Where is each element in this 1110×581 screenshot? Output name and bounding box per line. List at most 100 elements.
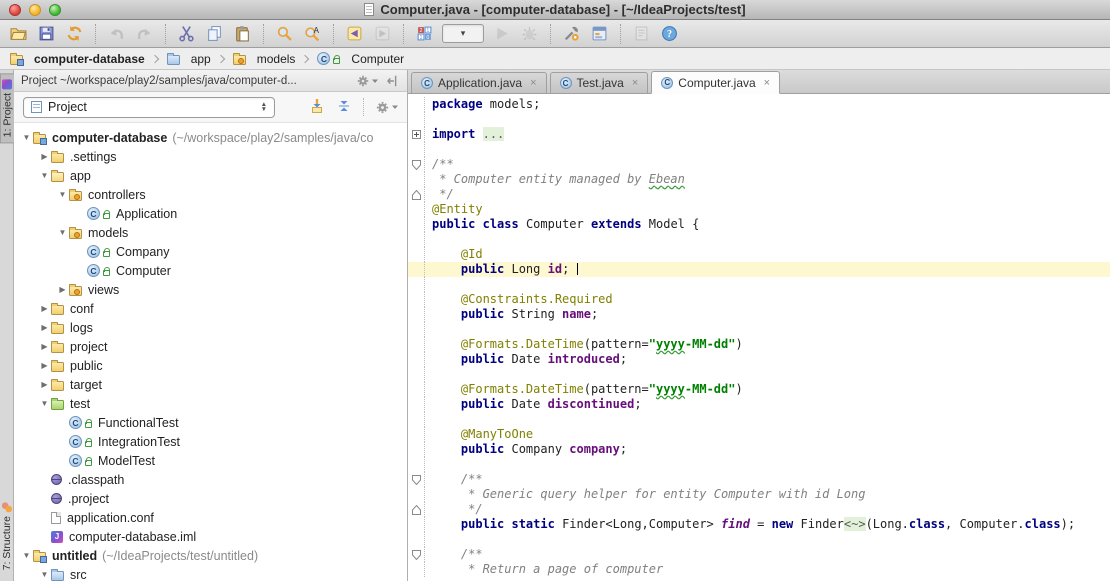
tab-close-icon[interactable]: × (632, 77, 638, 89)
code-line-current[interactable]: public Long id; (408, 262, 1110, 277)
tree-item-app[interactable]: ▼app (14, 166, 407, 185)
hide-panel-icon[interactable] (386, 74, 400, 88)
expand-arrow-icon[interactable]: ▼ (38, 570, 51, 579)
code-line[interactable] (408, 277, 1110, 292)
tree-item-views[interactable]: ▶views (14, 280, 407, 299)
code-line[interactable] (408, 412, 1110, 427)
tree-item-Company[interactable]: CCompany (14, 242, 407, 261)
code-line[interactable]: import ... (408, 127, 1110, 142)
breadcrumb-models[interactable]: models (233, 52, 296, 66)
tree-item-FunctionalTest[interactable]: CFunctionalTest (14, 413, 407, 432)
editor-tab-Computer.java[interactable]: CComputer.java× (651, 71, 780, 94)
tree-item-conf[interactable]: ▶conf (14, 299, 407, 318)
fold-marker-icon[interactable] (408, 127, 425, 142)
open-icon[interactable] (8, 23, 29, 44)
tool-window-tab-project[interactable]: 1: Project (0, 73, 14, 143)
fold-marker-icon[interactable] (408, 472, 425, 487)
tree-item-project[interactable]: ▶project (14, 337, 407, 356)
tab-close-icon[interactable]: × (764, 77, 770, 89)
tree-item-computer-database.iml[interactable]: Jcomputer-database.iml (14, 527, 407, 546)
code-line[interactable]: public class Computer extends Model { (408, 217, 1110, 232)
fold-marker-icon[interactable] (408, 547, 425, 562)
code-line[interactable]: @Constraints.Required (408, 292, 1110, 307)
tree-item-ModelTest[interactable]: CModelTest (14, 451, 407, 470)
code-line[interactable]: public Date discontinued; (408, 397, 1110, 412)
code-line[interactable]: public String name; (408, 307, 1110, 322)
settings-icon[interactable] (561, 23, 582, 44)
cut-icon[interactable] (176, 23, 197, 44)
code-line[interactable] (408, 112, 1110, 127)
code-line[interactable]: /** (408, 547, 1110, 562)
code-line[interactable]: public Date introduced; (408, 352, 1110, 367)
tree-item-computer-database[interactable]: ▼computer-database(~/workspace/play2/sam… (14, 128, 407, 147)
code-line[interactable] (408, 367, 1110, 382)
fold-marker-icon[interactable] (408, 502, 425, 517)
tab-close-icon[interactable]: × (530, 77, 536, 89)
run-icon[interactable] (491, 23, 512, 44)
expand-arrow-icon[interactable]: ▼ (38, 399, 51, 408)
code-line[interactable]: @ManyToOne (408, 427, 1110, 442)
expand-arrow-icon[interactable]: ▶ (38, 380, 51, 389)
tree-item-public[interactable]: ▶public (14, 356, 407, 375)
code-line[interactable]: * Computer entity managed by Ebean (408, 172, 1110, 187)
tree-item-test[interactable]: ▼test (14, 394, 407, 413)
tree-item-src[interactable]: ▼src (14, 565, 407, 581)
fold-marker-icon[interactable] (408, 187, 425, 202)
code-line[interactable]: @Id (408, 247, 1110, 262)
back-icon[interactable] (344, 23, 365, 44)
code-line[interactable]: * Return a page of computer (408, 562, 1110, 577)
tree-item-target[interactable]: ▶target (14, 375, 407, 394)
config-grid-icon[interactable]: 2110 (414, 23, 435, 44)
redo-icon[interactable] (134, 23, 155, 44)
breadcrumb-computer-database[interactable]: computer-database (10, 52, 145, 66)
tree-item-.settings[interactable]: ▶.settings (14, 147, 407, 166)
expand-arrow-icon[interactable]: ▶ (56, 285, 69, 294)
export-icon[interactable] (631, 23, 652, 44)
minimize-window-button[interactable] (29, 4, 41, 16)
tree-item-.project[interactable]: .project (14, 489, 407, 508)
fold-marker-icon[interactable] (408, 157, 425, 172)
code-line[interactable]: /** (408, 472, 1110, 487)
tree-item-models[interactable]: ▼models (14, 223, 407, 242)
expand-arrow-icon[interactable]: ▶ (38, 323, 51, 332)
tree-item-Computer[interactable]: CComputer (14, 261, 407, 280)
code-line[interactable] (408, 232, 1110, 247)
copy-icon[interactable] (204, 23, 225, 44)
save-icon[interactable] (36, 23, 57, 44)
tree-item-.classpath[interactable]: .classpath (14, 470, 407, 489)
sync-icon[interactable] (64, 23, 85, 44)
expand-arrow-icon[interactable]: ▶ (38, 152, 51, 161)
code-line[interactable]: @Formats.DateTime(pattern="yyyy-MM-dd") (408, 337, 1110, 352)
expand-arrow-icon[interactable]: ▼ (56, 190, 69, 199)
tree-settings-gear-icon[interactable] (375, 100, 398, 115)
collapse-all-icon[interactable] (336, 98, 352, 117)
expand-arrow-icon[interactable]: ▶ (38, 361, 51, 370)
code-line[interactable] (408, 457, 1110, 472)
view-selector-dropdown[interactable]: Project ▲▼ (23, 97, 275, 118)
code-line[interactable]: @Formats.DateTime(pattern="yyyy-MM-dd") (408, 382, 1110, 397)
project-structure-icon[interactable] (589, 23, 610, 44)
code-line[interactable]: package models; (408, 97, 1110, 112)
code-line[interactable]: public Company company; (408, 442, 1110, 457)
code-line[interactable] (408, 532, 1110, 547)
paste-icon[interactable] (232, 23, 253, 44)
expand-arrow-icon[interactable]: ▼ (20, 133, 33, 142)
tool-window-tab-structure[interactable]: 7: Structure (0, 497, 14, 575)
forward-icon[interactable] (372, 23, 393, 44)
breadcrumb-Computer[interactable]: CComputer (317, 52, 404, 66)
tree-item-application.conf[interactable]: application.conf (14, 508, 407, 527)
expand-arrow-icon[interactable]: ▼ (38, 171, 51, 180)
tree-item-logs[interactable]: ▶logs (14, 318, 407, 337)
breadcrumb-app[interactable]: app (167, 52, 211, 66)
find-icon[interactable] (274, 23, 295, 44)
undo-icon[interactable] (106, 23, 127, 44)
run-configuration-combo[interactable]: ▾ (442, 24, 484, 43)
tree-item-untitled[interactable]: ▼untitled(~/IdeaProjects/test/untitled) (14, 546, 407, 565)
zoom-window-button[interactable] (49, 4, 61, 16)
tree-item-IntegrationTest[interactable]: CIntegrationTest (14, 432, 407, 451)
expand-arrow-icon[interactable]: ▶ (38, 304, 51, 313)
code-editor[interactable]: package models; import ... /** * Computer … (408, 94, 1110, 581)
code-line[interactable]: /** (408, 157, 1110, 172)
close-window-button[interactable] (9, 4, 21, 16)
expand-arrow-icon[interactable]: ▼ (56, 228, 69, 237)
